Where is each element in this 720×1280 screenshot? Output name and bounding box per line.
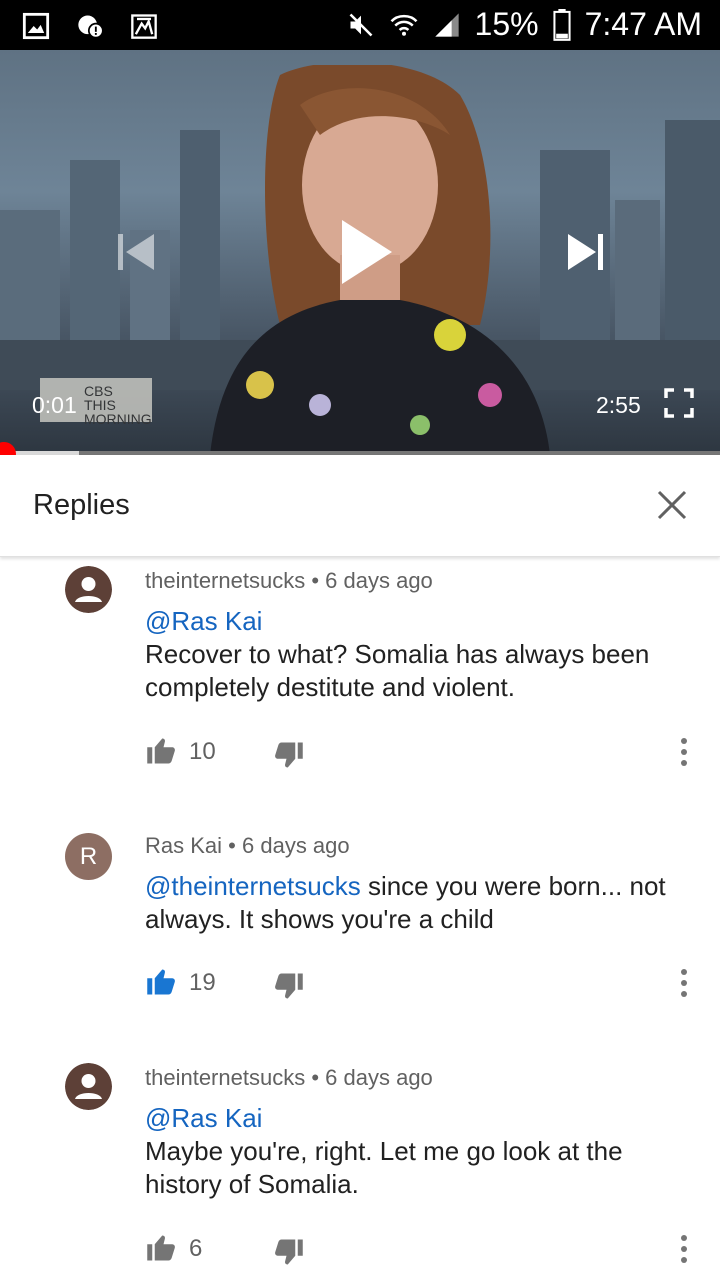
- comment-mention[interactable]: @Ras Kai: [145, 1102, 700, 1135]
- comment-meta: theinternetsucks • 6 days ago: [145, 568, 433, 594]
- comment-body: @Ras Kai Recover to what? Somalia has al…: [145, 605, 700, 704]
- user-avatar[interactable]: R: [65, 833, 112, 880]
- default-user-icon[interactable]: [65, 566, 112, 613]
- clock: 7:47 AM: [584, 6, 702, 42]
- comment-meta: theinternetsucks • 6 days ago: [145, 1065, 433, 1091]
- current-time: 0:01: [32, 392, 77, 418]
- thumbs-down-icon[interactable]: [273, 740, 305, 770]
- comment-time: 6 days ago: [242, 833, 350, 858]
- status-bar: 15% 7:47 AM: [0, 0, 720, 50]
- comment-text: Recover to what? Somalia has always been…: [145, 639, 650, 702]
- more-options-icon[interactable]: [672, 967, 696, 999]
- tool-icon: [131, 14, 157, 39]
- more-options-icon[interactable]: [672, 736, 696, 768]
- comment-author[interactable]: theinternetsucks: [145, 568, 305, 593]
- comment-mention[interactable]: @theinternetsucks: [145, 871, 361, 901]
- wifi-icon: [390, 14, 417, 36]
- comment-author[interactable]: theinternetsucks: [145, 1065, 305, 1090]
- close-icon[interactable]: [650, 483, 694, 527]
- previous-video-icon[interactable]: [118, 232, 156, 272]
- thumbs-down-icon[interactable]: [273, 971, 305, 1001]
- thumbs-up-icon[interactable]: [145, 967, 177, 997]
- messenger-alert-icon: [78, 15, 104, 39]
- thumbs-up-icon[interactable]: [145, 1233, 177, 1263]
- comment-text: Maybe you're, right. Let me go look at t…: [145, 1136, 623, 1199]
- battery-icon: [553, 8, 571, 41]
- default-user-icon[interactable]: [65, 1063, 112, 1110]
- play-icon[interactable]: [340, 218, 394, 286]
- like-count: 10: [189, 738, 216, 765]
- meta-separator: •: [311, 1065, 326, 1090]
- comment-body: @theinternetsucks since you were born...…: [145, 870, 700, 936]
- replies-title: Replies: [33, 489, 130, 521]
- comment-time: 6 days ago: [325, 1065, 433, 1090]
- video-duration: 2:55: [596, 392, 641, 418]
- meta-separator: •: [228, 833, 242, 858]
- more-options-icon[interactable]: [672, 1233, 696, 1265]
- mute-icon: [349, 13, 372, 36]
- fullscreen-icon[interactable]: [664, 388, 694, 418]
- like-count: 19: [189, 969, 216, 996]
- meta-separator: •: [311, 568, 326, 593]
- thumbs-up-icon[interactable]: [145, 736, 177, 766]
- comment-meta: Ras Kai • 6 days ago: [145, 833, 350, 859]
- like-count: 6: [189, 1235, 203, 1262]
- signal-icon: [434, 12, 459, 37]
- video-player[interactable]: CBS THIS MORNING 0:01 2:55: [0, 50, 720, 455]
- gallery-icon: [22, 12, 50, 40]
- next-video-icon[interactable]: [566, 232, 604, 272]
- comment-mention[interactable]: @Ras Kai: [145, 605, 700, 638]
- comment-time: 6 days ago: [325, 568, 433, 593]
- thumbs-down-icon[interactable]: [273, 1237, 305, 1267]
- replies-header: Replies: [0, 455, 720, 557]
- comment-body: @Ras Kai Maybe you're, right. Let me go …: [145, 1102, 700, 1201]
- battery-percent: 15%: [474, 6, 539, 42]
- comment-author[interactable]: Ras Kai: [145, 833, 222, 858]
